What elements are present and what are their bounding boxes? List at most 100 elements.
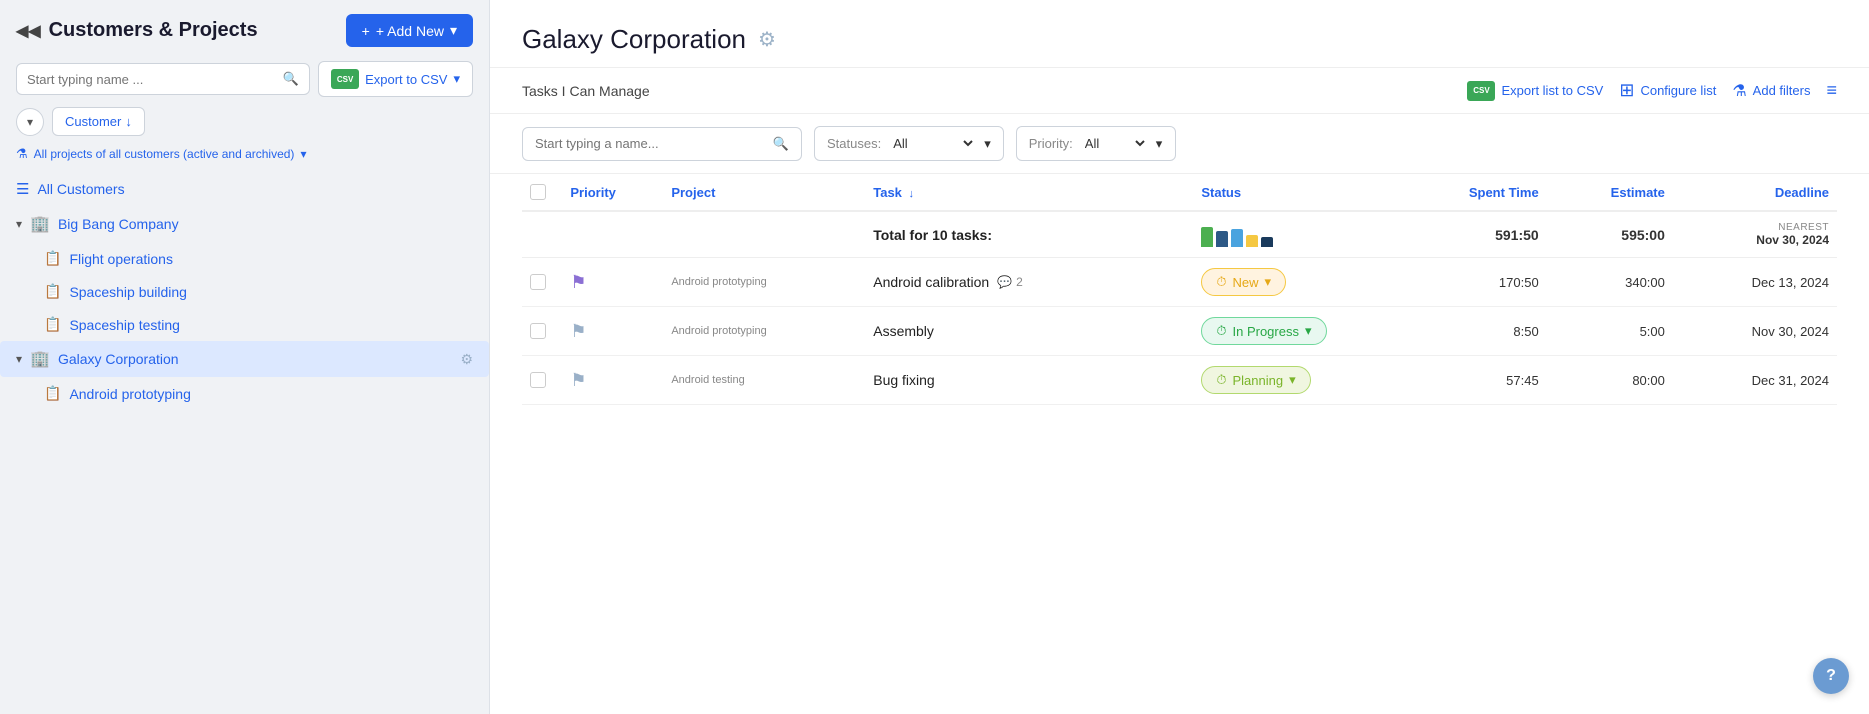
bar-navy: [1261, 237, 1273, 247]
sidebar: ◀◀ Customers & Projects + + Add New ▾ 🔍 …: [0, 0, 490, 714]
row-checkbox-cell: [522, 356, 562, 405]
table-body: Total for 10 tasks: 591:50 595:00: [522, 211, 1837, 405]
header-status[interactable]: Status: [1193, 174, 1395, 211]
header-estimate[interactable]: Estimate: [1547, 174, 1673, 211]
task-name[interactable]: Bug fixing: [873, 372, 934, 388]
sidebar-export-button[interactable]: CSV Export to CSV ▾: [318, 61, 473, 97]
sidebar-nav: ☰ All Customers ▾ 🏢 Big Bang Company 📋 F…: [0, 172, 489, 714]
task-name[interactable]: Android calibration: [873, 274, 989, 290]
row-priority-cell: ⚑: [562, 356, 663, 405]
sidebar-project-spaceship-testing[interactable]: 📋 Spaceship testing: [0, 308, 489, 341]
comment-count: 2: [1016, 275, 1023, 289]
task-name[interactable]: Assembly: [873, 323, 934, 339]
bar-blue: [1231, 229, 1243, 247]
row-checkbox-cell: [522, 258, 562, 307]
row-checkbox[interactable]: [530, 372, 546, 388]
company-icon: 🏢: [30, 349, 50, 369]
row-status-cell: ⏱ In Progress ▾: [1193, 307, 1395, 356]
plus-icon: +: [362, 23, 370, 39]
status-clock-icon: ⏱: [1216, 372, 1226, 388]
nearest-label: NEAREST: [1681, 222, 1829, 233]
total-priority: [562, 211, 663, 258]
row-checkbox-cell: [522, 307, 562, 356]
row-project-cell: Android testing: [663, 356, 865, 405]
status-button[interactable]: ⏱ In Progress ▾: [1201, 317, 1326, 345]
select-all-checkbox[interactable]: [530, 184, 546, 200]
row-estimate: 80:00: [1547, 356, 1673, 405]
sidebar-project-android-prototyping[interactable]: 📋 Android prototyping: [0, 377, 489, 410]
row-spent-time: 8:50: [1395, 307, 1546, 356]
table-row: ⚑ Android testing Bug fixing ⏱ Planning: [522, 356, 1837, 405]
task-comments: 💬 2: [997, 275, 1023, 289]
priority-flag-icon: ⚑: [570, 272, 586, 292]
add-new-button[interactable]: + + Add New ▾: [346, 14, 473, 47]
sidebar-project-spaceship-building[interactable]: 📋 Spaceship building: [0, 275, 489, 308]
row-priority-cell: ⚑: [562, 307, 663, 356]
header-spent-time[interactable]: Spent Time: [1395, 174, 1546, 211]
search-icon: 🔍: [283, 71, 299, 87]
filter-icon: ⚗: [1732, 81, 1746, 101]
total-row: Total for 10 tasks: 591:50 595:00: [522, 211, 1837, 258]
header-project[interactable]: Project: [663, 174, 865, 211]
status-button[interactable]: ⏱ New ▾: [1201, 268, 1286, 296]
sidebar-company-galaxy[interactable]: ▾ 🏢 Galaxy Corporation ⚙: [0, 341, 489, 377]
header-deadline[interactable]: Deadline: [1673, 174, 1837, 211]
priority-filter[interactable]: Priority: All High Medium Low ▾: [1016, 126, 1176, 161]
sidebar-search-input[interactable]: [27, 72, 283, 87]
task-table: Priority Project Task ↓ Status Spent Tim…: [522, 174, 1837, 405]
status-label: Planning: [1232, 373, 1283, 388]
statuses-select[interactable]: All New In Progress Planning Done: [889, 135, 976, 152]
task-name-container: Android calibration 💬 2: [873, 274, 1185, 290]
statuses-chevron-icon: ▾: [984, 136, 991, 152]
header-task[interactable]: Task ↓: [865, 174, 1193, 211]
task-name-container: Bug fixing: [873, 372, 1185, 388]
list-view-button[interactable]: ≡: [1826, 80, 1837, 101]
configure-list-button[interactable]: ⊞ Configure list: [1619, 80, 1716, 101]
sidebar-search-box[interactable]: 🔍: [16, 63, 310, 95]
row-checkbox[interactable]: [530, 274, 546, 290]
status-button[interactable]: ⏱ Planning ▾: [1201, 366, 1310, 394]
total-spent: 591:50: [1395, 211, 1546, 258]
row-status-cell: ⏱ New ▾: [1193, 258, 1395, 307]
filter-circle-button[interactable]: ▾: [16, 108, 44, 136]
task-table-container: Priority Project Task ↓ Status Spent Tim…: [490, 174, 1869, 714]
help-button[interactable]: ?: [1813, 658, 1849, 694]
add-filters-button[interactable]: ⚗ Add filters: [1732, 81, 1810, 101]
statuses-filter[interactable]: Statuses: All New In Progress Planning D…: [814, 126, 1004, 161]
row-checkbox[interactable]: [530, 323, 546, 339]
status-clock-icon: ⏱: [1216, 323, 1226, 339]
row-priority-cell: ⚑: [562, 258, 663, 307]
header-priority[interactable]: Priority: [562, 174, 663, 211]
total-estimate: 595:00: [1547, 211, 1673, 258]
sidebar-all-customers[interactable]: ☰ All Customers: [0, 172, 489, 206]
project-name: Android prototyping: [671, 325, 857, 337]
project-icon: 📋: [44, 250, 61, 267]
customer-sort-button[interactable]: Customer ↓: [52, 107, 145, 136]
main-content: Galaxy Corporation ⚙ Tasks I Can Manage …: [490, 0, 1869, 714]
bar-green: [1201, 227, 1213, 247]
csv-export-icon: CSV: [1467, 81, 1495, 101]
back-chevron-icon[interactable]: ◀◀: [16, 21, 41, 41]
settings-gear-button[interactable]: ⚙: [758, 27, 776, 52]
row-status-cell: ⏱ Planning ▾: [1193, 356, 1395, 405]
sidebar-project-flight-operations[interactable]: 📋 Flight operations: [0, 242, 489, 275]
header-checkbox-col: [522, 174, 562, 211]
sidebar-company-big-bang[interactable]: ▾ 🏢 Big Bang Company: [0, 206, 489, 242]
task-search-box[interactable]: 🔍: [522, 127, 802, 161]
status-clock-icon: ⏱: [1216, 274, 1226, 290]
bar-dark: [1216, 231, 1228, 247]
company-gear-icon[interactable]: ⚙: [460, 351, 473, 368]
row-estimate: 340:00: [1547, 258, 1673, 307]
priority-select[interactable]: All High Medium Low: [1081, 135, 1148, 152]
export-list-button[interactable]: CSV Export list to CSV: [1467, 81, 1603, 101]
project-filter-dropdown-icon: ▾: [300, 147, 306, 161]
table-header: Priority Project Task ↓ Status Spent Tim…: [522, 174, 1837, 211]
priority-chevron-icon: ▾: [1156, 136, 1163, 152]
task-search-input[interactable]: [535, 136, 765, 151]
sidebar-project-filter[interactable]: ⚗ All projects of all customers (active …: [0, 146, 489, 172]
status-label: New: [1232, 275, 1258, 290]
main-header: Galaxy Corporation ⚙: [490, 0, 1869, 68]
status-dropdown-icon: ▾: [1305, 323, 1312, 339]
status-dropdown-icon: ▾: [1265, 274, 1272, 290]
sidebar-header: ◀◀ Customers & Projects + + Add New ▾: [0, 0, 489, 61]
